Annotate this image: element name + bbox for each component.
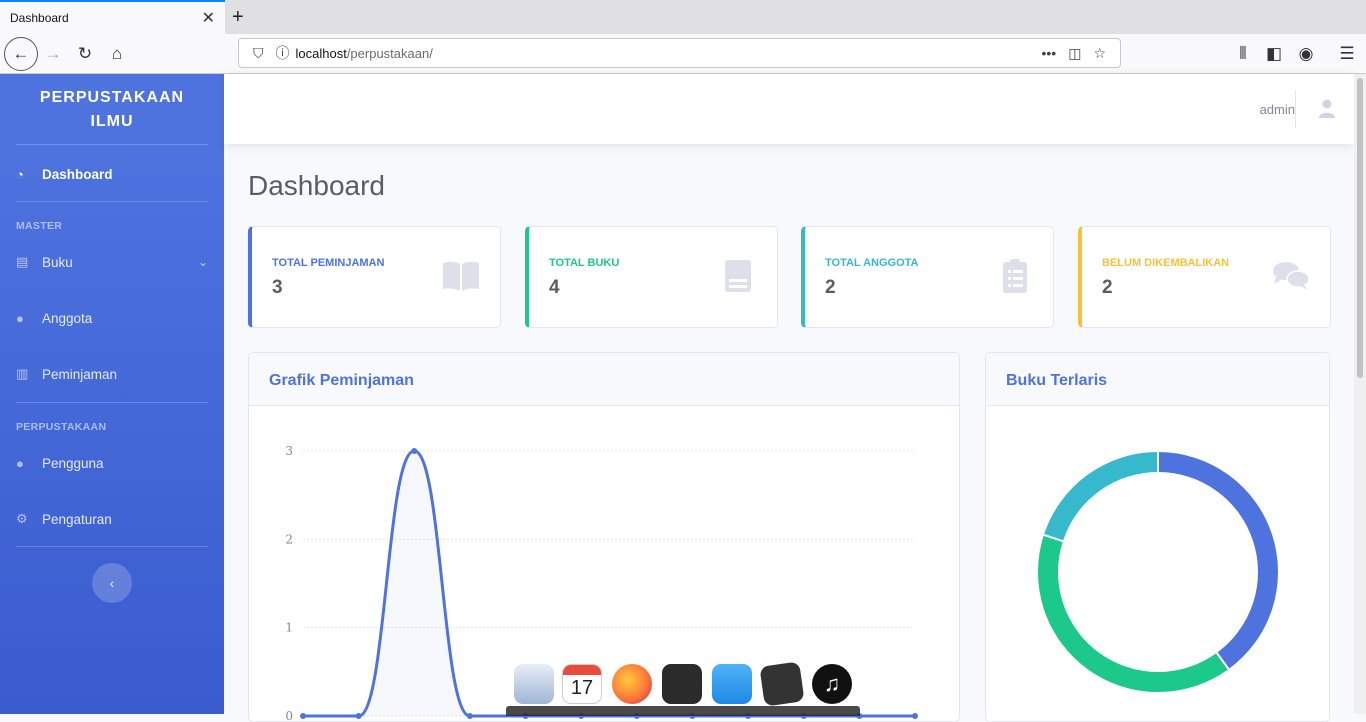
dock-firefox-icon[interactable] — [612, 664, 652, 704]
donut-slice[interactable] — [1041, 449, 1159, 543]
dock-files-icon[interactable] — [712, 664, 752, 704]
card-label: TOTAL PEMINJAMAN — [272, 257, 385, 269]
new-tab-icon[interactable]: + — [232, 6, 244, 29]
sidebar-item-label: Pengaturan — [42, 511, 112, 527]
library-icon[interactable]: ⫴ — [1228, 39, 1258, 69]
shield-icon[interactable]: ⛉ — [253, 45, 264, 62]
dock-terminal-icon[interactable] — [662, 664, 702, 704]
card-value: 2 — [1102, 277, 1113, 298]
menu-icon[interactable]: ☰ — [1332, 39, 1362, 69]
y-tick-label: 0 — [285, 709, 293, 722]
url-path: /perpustakaan/ — [346, 45, 433, 61]
bookmark-star-icon[interactable]: ☆ — [1093, 45, 1106, 62]
y-tick-label: 3 — [285, 444, 293, 458]
home-button[interactable]: ⌂ — [102, 39, 132, 69]
sidebar-heading-perpustakaan: PERPUSTAKAAN — [16, 421, 107, 433]
user-icon: ● — [16, 310, 24, 326]
url-bar[interactable]: ⛉ ⓘ localhost/perpustakaan/ ••• ◫ ☆ — [238, 38, 1121, 68]
user-name[interactable]: admin — [1260, 102, 1295, 117]
card-value: 4 — [549, 277, 560, 298]
info-icon[interactable]: ⓘ — [276, 43, 290, 63]
gear-icon: ⚙ — [16, 511, 28, 526]
sidebar-item-label: Dashboard — [42, 166, 113, 182]
tachometer-icon: ◔ — [16, 166, 24, 182]
reload-button[interactable]: ↻ — [70, 39, 100, 69]
dock-code-editor-icon[interactable] — [759, 661, 805, 707]
back-button[interactable]: ← — [4, 37, 38, 71]
pocket-icon[interactable]: ◫ — [1068, 45, 1081, 62]
book-open-icon: ▥ — [16, 366, 29, 381]
sidebar-toggle-icon[interactable]: ◧ — [1259, 39, 1289, 69]
user-avatar-icon[interactable] — [1318, 99, 1336, 119]
browser-nav-bar: ← → ↻ ⌂ ⛉ ⓘ localhost/perpustakaan/ ••• … — [0, 34, 1366, 74]
donut-slice[interactable] — [1157, 449, 1280, 672]
data-point[interactable] — [411, 448, 418, 454]
card-label: TOTAL BUKU — [549, 257, 620, 269]
sidebar-item-peminjaman[interactable]: ▥ Peminjaman — [16, 362, 208, 386]
close-tab-icon[interactable]: ✕ — [202, 8, 215, 28]
card-value: 2 — [825, 277, 836, 298]
sidebar-divider — [16, 402, 208, 403]
desktop-dock: 17 ♫ — [506, 658, 860, 716]
topbar-divider — [1295, 90, 1296, 128]
card-label: BELUM DIKEMBALIKAN — [1102, 257, 1230, 269]
sidebar: PERPUSTAKAAN ILMU ◔ Dashboard MASTER ▤ B… — [0, 74, 224, 714]
dock-app-eagle-icon[interactable] — [514, 664, 554, 704]
book-icon — [725, 260, 751, 292]
sidebar-item-dashboard[interactable]: ◔ Dashboard — [16, 162, 208, 186]
stat-card-belum-dikembalikan: BELUM DIKEMBALIKAN 2 — [1078, 226, 1331, 328]
brand-title[interactable]: PERPUSTAKAAN ILMU — [0, 86, 224, 134]
scrollbar-thumb[interactable] — [1357, 78, 1363, 378]
sidebar-item-buku[interactable]: ▤ Buku ⌄ — [16, 250, 208, 274]
stat-card-total-buku: TOTAL BUKU 4 — [525, 226, 778, 328]
sidebar-divider — [16, 546, 208, 547]
panel-title: Grafik Peminjaman — [249, 353, 959, 406]
stat-card-total-anggota: TOTAL ANGGOTA 2 — [801, 226, 1054, 328]
sidebar-item-label: Peminjaman — [42, 366, 118, 382]
panel-title: Buku Terlaris — [986, 353, 1329, 406]
tab-title: Dashboard — [10, 11, 69, 25]
sidebar-divider — [16, 201, 208, 202]
dock-music-icon[interactable]: ♫ — [812, 664, 852, 704]
book-open-icon — [443, 261, 479, 291]
sidebar-item-label: Anggota — [42, 310, 93, 326]
donut-slice[interactable] — [1036, 533, 1231, 694]
y-tick-label: 2 — [285, 532, 293, 546]
sidebar-item-pengaturan[interactable]: ⚙ Pengaturan — [16, 507, 208, 531]
page-title: Dashboard — [248, 170, 385, 201]
sidebar-divider — [16, 144, 208, 145]
url-host: localhost — [295, 45, 347, 61]
more-actions-icon[interactable]: ••• — [1041, 45, 1056, 61]
page-scrollbar[interactable] — [1354, 74, 1366, 714]
stat-card-total-peminjaman: TOTAL PEMINJAMAN 3 — [248, 226, 501, 328]
sidebar-item-anggota[interactable]: ● Anggota — [16, 306, 208, 330]
card-value: 3 — [272, 277, 283, 298]
comments-icon — [1273, 262, 1310, 290]
book-icon: ▤ — [16, 254, 29, 269]
dock-calendar-icon[interactable]: 17 — [562, 664, 602, 704]
dock-shelf — [506, 706, 860, 716]
y-tick-label: 1 — [285, 621, 293, 635]
sidebar-item-label: Buku — [42, 254, 73, 270]
chevron-left-icon: ‹ — [109, 575, 115, 591]
donut-chart — [1036, 449, 1280, 694]
card-label: TOTAL ANGGOTA — [825, 257, 919, 269]
sidebar-item-pengguna[interactable]: ● Pengguna — [16, 451, 208, 475]
panel-buku-terlaris: Buku Terlaris — [985, 352, 1330, 722]
forward-button[interactable]: → — [38, 39, 68, 69]
account-icon[interactable]: ◉ — [1291, 39, 1321, 69]
brand-text: PERPUSTAKAAN ILMU — [39, 89, 185, 130]
browser-tab-bar: Dashboard ✕ + — [0, 0, 1366, 34]
browser-tab[interactable]: Dashboard ✕ — [0, 0, 225, 34]
sidebar-heading-master: MASTER — [16, 220, 63, 232]
sidebar-item-label: Pengguna — [42, 455, 104, 471]
chevron-down-icon: ⌄ — [197, 255, 208, 269]
clipboard-list-icon — [1003, 259, 1027, 293]
topbar: admin — [224, 74, 1354, 144]
sidebar-collapse-button[interactable]: ‹ — [92, 563, 132, 603]
user-icon: ● — [16, 455, 24, 471]
